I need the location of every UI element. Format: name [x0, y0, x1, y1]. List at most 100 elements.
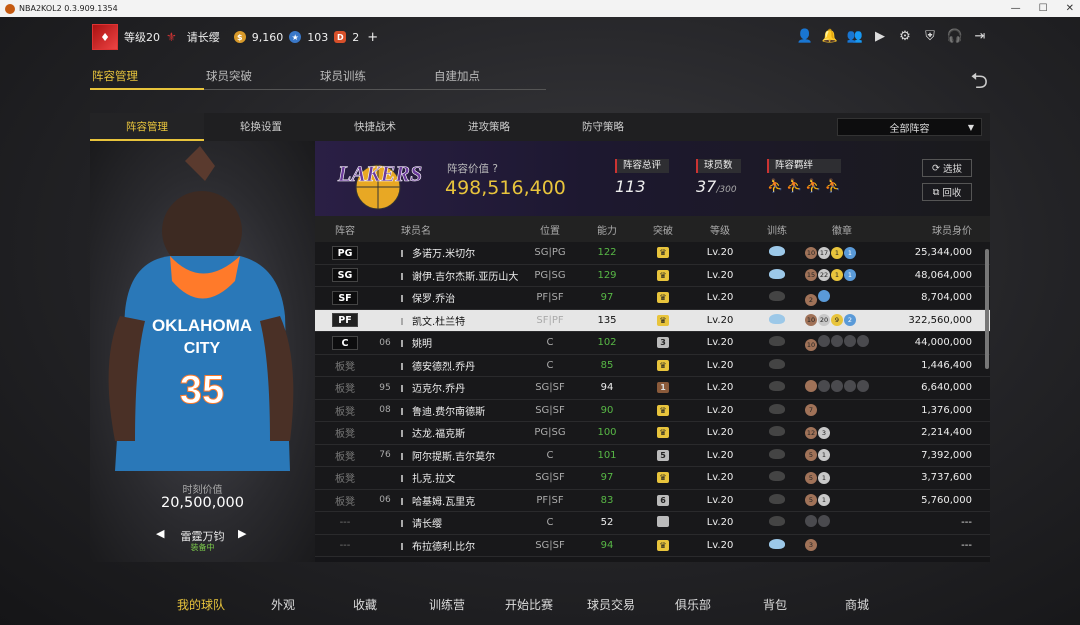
exit-icon[interactable]: ⇥	[972, 28, 988, 44]
add-currency-button[interactable]: +	[367, 30, 378, 45]
friends-icon[interactable]: 👥	[847, 28, 863, 44]
row-value: 2,214,400	[921, 427, 972, 439]
training-icon	[769, 403, 785, 414]
stats-icon[interactable]	[401, 452, 408, 460]
subtab-offense[interactable]: 进攻策略	[432, 113, 546, 141]
nav-8[interactable]: 商城	[816, 596, 898, 613]
row-badges: 15 22 1 1	[805, 269, 879, 282]
video-icon[interactable]: ▶	[872, 28, 888, 44]
nav-4[interactable]: 开始比赛	[488, 596, 570, 613]
col-breakthrough[interactable]: 突破	[635, 222, 691, 237]
col-badges[interactable]: 徽章	[805, 222, 879, 237]
subtab-quick-tactics[interactable]: 快捷战术	[318, 113, 432, 141]
table-row[interactable]: 板凳 95 迈克尔.乔丹 SG|SF 94 1 Lv.20 6,640,000	[315, 377, 990, 400]
next-arrow-icon[interactable]: ▶	[238, 527, 246, 540]
table-row[interactable]: 板凳 76 阿尔提斯.吉尔莫尔 C 101 5 Lv.20 51 7,392,0…	[315, 444, 990, 467]
profile-icon[interactable]: 👤	[797, 28, 813, 44]
gear-icon[interactable]: ⚙	[897, 28, 913, 44]
stats-icon[interactable]	[401, 272, 408, 280]
lineup-dropdown[interactable]: 全部阵容 ▼	[837, 118, 982, 136]
stats-icon[interactable]	[401, 430, 408, 438]
table-row[interactable]: PG 多诺万.米切尔 SG|PG 122 ♛ Lv.20 10 17 1 1 25,3…	[315, 242, 990, 265]
stats-icon[interactable]	[401, 362, 408, 370]
avatar[interactable]: ♦	[92, 24, 118, 50]
badge-icon: 3	[818, 426, 830, 439]
row-value: ---	[961, 517, 972, 529]
nav-7[interactable]: 背包	[734, 596, 816, 613]
table-scrollbar[interactable]	[985, 249, 989, 369]
lineup-dropdown-value: 全部阵容	[889, 123, 930, 135]
nav-6[interactable]: 俱乐部	[652, 596, 734, 613]
close-button[interactable]: ✕	[1066, 0, 1074, 17]
stats-icon[interactable]	[401, 317, 408, 325]
col-level[interactable]: 等级	[691, 222, 749, 237]
badge-icon: 5	[805, 471, 817, 484]
bond-icons[interactable]: ⛹ ⛹ ⛹ ⛹	[767, 179, 841, 194]
table-row[interactable]: 板凳 08 鲁迪.费尔南德斯 SG|SF 90 ♛ Lv.20 7 1,376,…	[315, 399, 990, 422]
back-arrow-icon[interactable]: ⮌	[970, 64, 988, 102]
headset-icon[interactable]: 🎧	[947, 28, 963, 44]
nav-0[interactable]: 我的球队	[160, 596, 242, 613]
recycle-button[interactable]: ⧉ 回收	[922, 183, 972, 201]
stats-icon[interactable]	[401, 520, 408, 528]
training-icon	[769, 516, 785, 527]
subtab-rotation[interactable]: 轮换设置	[204, 113, 318, 141]
table-row[interactable]: C 06 姚明 C 102 3 Lv.20 10 44,000,000	[315, 332, 990, 355]
badge-icon	[844, 380, 856, 393]
row-level: Lv.20	[706, 269, 734, 281]
col-player-name[interactable]: 球员名	[395, 222, 521, 237]
table-row[interactable]: 板凳 扎克.拉文 SG|SF 97 ♛ Lv.20 51 3,737,600	[315, 467, 990, 490]
tab-custom-points[interactable]: 自建加点	[432, 68, 546, 90]
shield-icon[interactable]: ⛨	[922, 28, 938, 44]
subtab-lineup[interactable]: 阵容管理	[90, 113, 204, 141]
window-titlebar: NBA2KOL2 0.3.909.1354 — ☐ ✕	[0, 0, 1080, 17]
stats-icon[interactable]	[401, 340, 408, 348]
pick-button[interactable]: ⟳ 选拔	[922, 159, 972, 177]
table-row[interactable]: 板凳 德安德烈.乔丹 C 85 ♛ Lv.20 1,446,400	[315, 354, 990, 377]
nav-1[interactable]: 外观	[242, 596, 324, 613]
badge-icon: 15	[805, 269, 817, 282]
bell-icon[interactable]: 🔔	[822, 28, 838, 44]
table-row[interactable]: SG 谢伊.吉尔杰斯.亚历山大 PG|SG 129 ♛ Lv.20 15 22 1 1…	[315, 264, 990, 287]
stats-icon[interactable]	[401, 295, 408, 303]
table-row[interactable]: PF 凯文.杜兰特 SF|PF 135 ♛ Lv.20 10 20 9 2 322,5…	[315, 309, 990, 332]
tab-lineup[interactable]: 阵容管理	[90, 68, 204, 90]
table-row[interactable]: --- 布拉德利.比尔 SG|SF 94 ♛ Lv.20 3 ---	[315, 534, 990, 557]
table-row[interactable]: 板凳 06 哈基姆.瓦里克 PF|SF 83 6 Lv.20 51 5,760,…	[315, 489, 990, 512]
team-value-label: 阵容价值 ?	[447, 163, 498, 175]
main-tabs: 阵容管理 球员突破 球员训练 自建加点	[90, 68, 546, 90]
nav-5[interactable]: 球员交易	[570, 596, 652, 613]
table-row[interactable]: 板凳 达龙.福克斯 PG|SG 100 ♛ Lv.20 12 3 2,214,40…	[315, 422, 990, 445]
nav-2[interactable]: 收藏	[324, 596, 406, 613]
badge-icon: 17	[818, 246, 830, 259]
row-lineup-slot: 板凳	[335, 361, 355, 373]
stats-icon[interactable]	[401, 542, 408, 550]
maximize-button[interactable]: ☐	[1039, 0, 1048, 17]
col-position[interactable]: 位置	[521, 222, 579, 237]
row-badges: 7	[805, 404, 879, 417]
table-row[interactable]: --- 请长缨 C 52 Lv.20 ---	[315, 512, 990, 535]
minimize-button[interactable]: —	[1011, 0, 1021, 17]
ticket-count: 103	[307, 30, 329, 44]
stats-icon[interactable]	[401, 385, 408, 393]
subtab-defense[interactable]: 防守策略	[546, 113, 660, 141]
tab-breakthrough[interactable]: 球员突破	[204, 68, 318, 90]
help-icon[interactable]: ?	[492, 163, 498, 175]
player-card[interactable]: OKLAHOMA CITY 35 时刻价值 20,500,000 ◀ 雷霆万钧 …	[90, 141, 315, 562]
col-value[interactable]: 球员身价	[879, 222, 990, 237]
col-training[interactable]: 训练	[749, 222, 805, 237]
stats-icon[interactable]	[401, 407, 408, 415]
table-row[interactable]: SF 保罗.乔治 PF|SF 97 ♛ Lv.20 2 8,704,000	[315, 287, 990, 310]
row-player-name: 扎克.拉文	[412, 474, 456, 486]
col-rating[interactable]: 能力	[579, 222, 635, 237]
bond-icon: ⛹	[824, 179, 841, 194]
stats-icon[interactable]	[401, 250, 408, 258]
tab-training[interactable]: 球员训练	[318, 68, 432, 90]
col-lineup[interactable]: 阵容	[315, 222, 375, 237]
stats-icon[interactable]	[401, 497, 408, 505]
stats-icon[interactable]	[401, 475, 408, 483]
row-lineup-slot: PF	[332, 313, 358, 328]
row-rating: 52	[600, 517, 614, 529]
team-bond-stat: 阵容羁绊 ⛹ ⛹ ⛹ ⛹	[767, 159, 841, 194]
nav-3[interactable]: 训练营	[406, 596, 488, 613]
